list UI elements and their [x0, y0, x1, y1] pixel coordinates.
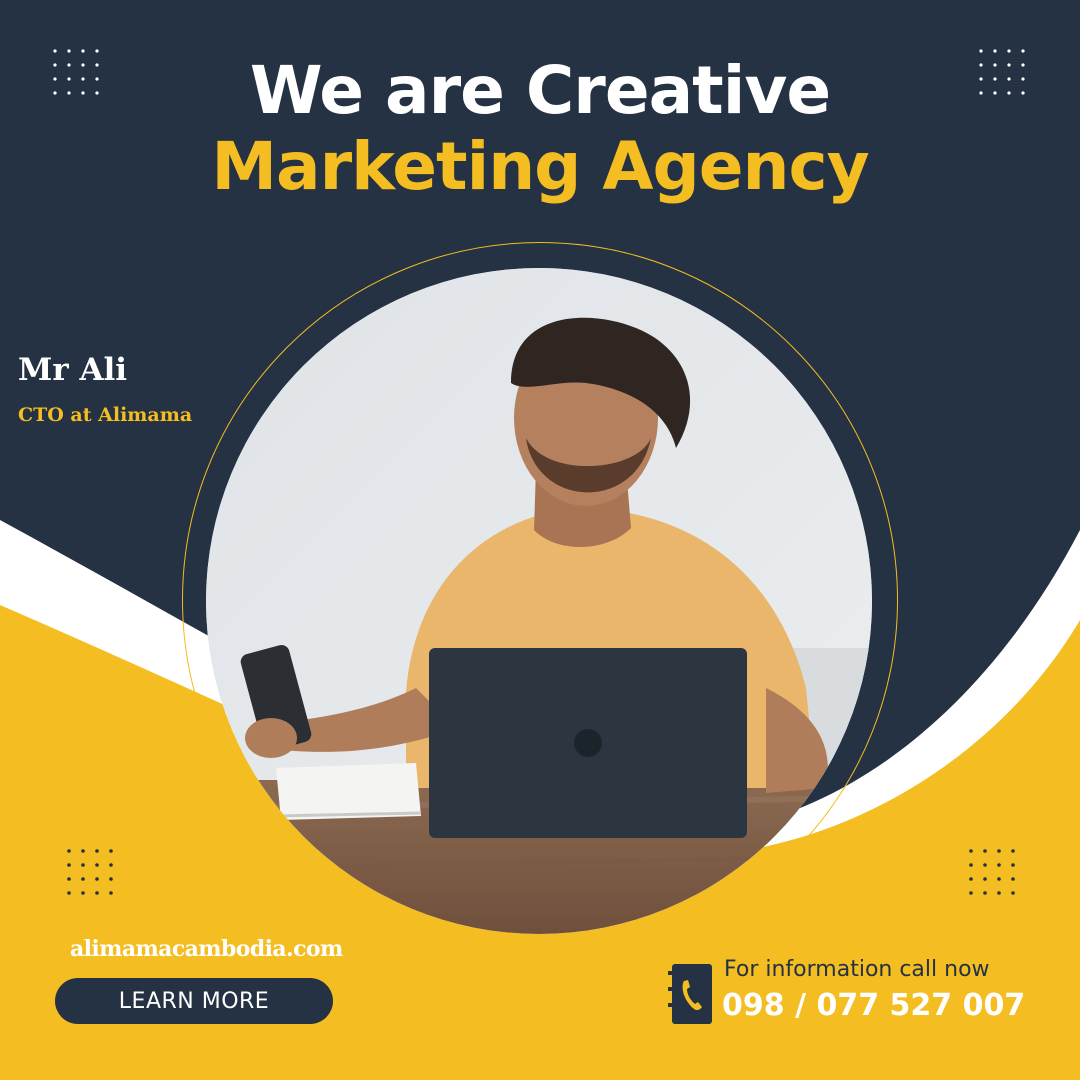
profile-photo — [206, 268, 872, 934]
dot-grid-decoration-bottom-right — [968, 848, 1018, 898]
person-name: Mr Ali — [18, 352, 128, 388]
dot-grid-decoration-bottom-left — [66, 848, 116, 898]
headline-line-1: We are Creative — [249, 52, 831, 129]
headline-line-2: Marketing Agency — [211, 128, 869, 205]
person-role: CTO at Alimama — [18, 404, 193, 426]
learn-more-button[interactable]: LEARN MORE — [55, 978, 333, 1024]
phone-book-icon — [668, 963, 714, 1025]
flyer-canvas: We are Creative Marketing Agency Mr Ali … — [0, 0, 1080, 1080]
website-link[interactable]: alimamacambodia.com — [70, 936, 343, 962]
contact-caption: For information call now — [724, 957, 990, 982]
photo-illustration — [206, 268, 872, 934]
contact-phone-number[interactable]: 098 / 077 527 007 — [722, 988, 1025, 1023]
